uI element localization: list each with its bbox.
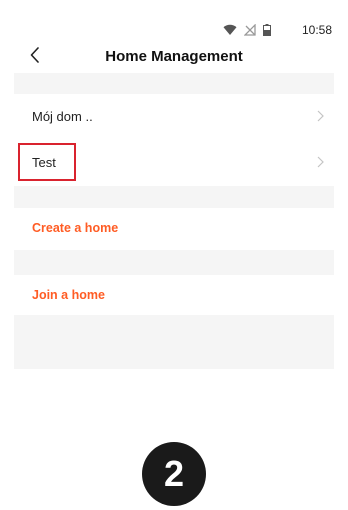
join-home-button[interactable]: Join a home bbox=[14, 275, 334, 315]
section-divider bbox=[14, 73, 334, 94]
page-title: Home Management bbox=[105, 48, 243, 65]
chevron-right-icon bbox=[317, 110, 324, 122]
join-home-label: Join a home bbox=[32, 288, 105, 302]
home-item-moj-dom[interactable]: Mój dom .. bbox=[14, 94, 334, 138]
section-divider bbox=[14, 250, 334, 275]
status-bar: 10:58 bbox=[0, 0, 348, 40]
nav-bar: Home Management bbox=[0, 40, 348, 73]
status-time: 10:58 bbox=[301, 23, 332, 37]
bottom-panel bbox=[14, 315, 334, 369]
battery-icon bbox=[263, 24, 271, 36]
home-item-label: Mój dom .. bbox=[32, 108, 93, 124]
wifi-icon bbox=[223, 24, 237, 35]
create-home-button[interactable]: Create a home bbox=[14, 208, 334, 248]
chevron-right-icon bbox=[317, 156, 324, 168]
section-divider bbox=[14, 186, 334, 208]
status-icons bbox=[223, 24, 271, 36]
step-badge: 2 bbox=[142, 442, 206, 506]
create-home-label: Create a home bbox=[32, 221, 119, 235]
no-signal-icon bbox=[244, 24, 256, 36]
highlight-box bbox=[18, 143, 76, 181]
